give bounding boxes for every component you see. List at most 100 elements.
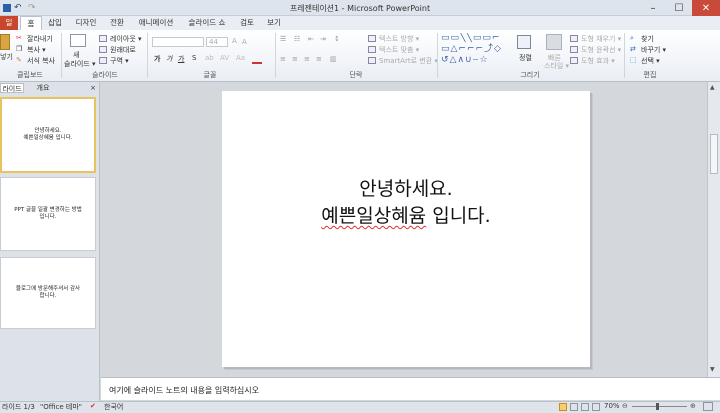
reset-button[interactable]: 원래대로 [110,45,136,55]
slideshow-icon[interactable] [592,403,600,411]
align-left-icon[interactable]: ≡ [280,55,286,63]
numbering-icon[interactable]: ☷ [294,35,300,43]
thumbnail-text: 예쁜일상혜윰 입니다. [23,135,73,141]
text-direction-icon [368,35,376,42]
new-slide-icon[interactable] [70,34,86,47]
zoom-slider-thumb[interactable] [656,403,659,410]
tab-insert[interactable]: 삽입 [44,16,66,30]
format-painter-button[interactable]: 서식 복사 [27,56,55,66]
grow-font-icon[interactable]: A [232,37,237,45]
cut-icon[interactable]: ✂ [16,34,22,42]
underline-button[interactable]: 가 [178,54,184,64]
spellcheck-icon[interactable]: ✔ [90,402,96,410]
cut-button[interactable]: 잘라내기 [27,34,53,44]
copy-icon[interactable]: ❐ [16,45,22,53]
arrange-icon[interactable] [517,35,531,49]
justify-icon[interactable]: ≡ [316,55,322,63]
char-spacing-icon[interactable]: AV [220,54,229,62]
decrease-indent-icon[interactable]: ⇤ [308,35,314,43]
scrollbar-thumb[interactable] [710,134,718,174]
slide-thumbnail[interactable]: PPT 글꼴 일괄 변경하는 방법 입니다. [0,177,96,251]
shape-fill-button[interactable]: 도형 채우기 ▾ [581,34,621,44]
scroll-down-icon[interactable]: ▼ [710,366,715,373]
align-right-icon[interactable]: ≡ [304,55,310,63]
find-button[interactable]: 찾기 [641,34,654,44]
reading-view-icon[interactable] [581,403,589,411]
tab-animations[interactable]: 애니메이션 [136,16,176,30]
align-center-icon[interactable]: ≡ [292,55,298,63]
slide-thumbnail[interactable]: 블로그에 방문해주셔서 감사 합니다. [0,257,96,329]
layout-button[interactable]: 레이아웃 ▾ [110,34,142,44]
scroll-up-icon[interactable]: ▲ [710,84,715,91]
format-painter-icon[interactable]: ✎ [16,56,22,64]
bullets-icon[interactable]: ☰ [280,35,286,43]
vertical-scrollbar[interactable]: ▲ ▼ [707,82,720,377]
arrange-button[interactable]: 정렬 [519,53,532,63]
bold-button[interactable]: 가 [154,54,160,64]
zoom-slider[interactable] [632,406,687,407]
strikethrough-button[interactable]: S [192,54,196,62]
fit-to-window-icon[interactable] [703,402,713,411]
font-color-icon[interactable] [252,62,262,64]
smartart-button[interactable]: SmartArt로 변환 ▾ [379,56,438,66]
tab-home[interactable]: 홈 [20,16,42,31]
notes-placeholder: 여기에 슬라이드 노트의 내용을 입력하십시오 [109,386,260,395]
tab-transitions[interactable]: 전환 [106,16,128,30]
close-button[interactable]: ✕ [692,0,720,16]
ribbon-divider [437,33,438,78]
align-text-icon [368,46,376,53]
zoom-out-icon[interactable]: ⊖ [622,402,628,410]
shapes-gallery[interactable]: ▭▭╲╲▭▭⌐ ▭△⌐⌐⌐⤴◇ ↺△∧∪⌣☆ [441,33,507,67]
drawing-group-label: 그리기 [520,71,540,79]
quick-styles-icon[interactable] [546,34,562,50]
paste-button[interactable]: 넣기 [0,52,13,62]
theme-name: "Office 테마" [40,403,82,411]
slide-thumbnail[interactable]: 안녕하세요. 예쁜일상혜윰 입니다. [0,97,96,173]
tab-review[interactable]: 검토 [236,16,258,30]
notes-pane[interactable]: 여기에 슬라이드 노트의 내용을 입력하십시오 [101,377,720,400]
minimize-button[interactable]: – [640,0,666,16]
ribbon-divider [147,33,148,78]
paste-icon[interactable] [0,34,10,50]
shrink-font-icon[interactable]: A [242,38,247,46]
reset-icon [99,46,107,53]
maximize-button[interactable]: ☐ [666,0,692,16]
slide-canvas[interactable]: 안녕하세요. 예쁜일상혜윰 입니다. [222,91,590,367]
new-slide-button-label[interactable]: 슬라이드 ▾ [64,59,96,69]
panel-close-button[interactable]: × [88,83,98,93]
line-spacing-icon[interactable]: ↕ [334,35,340,43]
replace-button[interactable]: 바꾸기 ▾ [641,45,666,55]
copy-button[interactable]: 복사 ▾ [27,45,46,55]
thumbnail-text: 입니다. [39,214,57,220]
slide-body-line: 예쁜일상혜윰 입니다. [222,203,590,230]
slide-text-box[interactable]: 안녕하세요. 예쁜일상혜윰 입니다. [222,176,590,230]
text-shadow-icon[interactable]: ab [205,54,214,62]
language[interactable]: 한국어 [104,402,123,412]
italic-button[interactable]: 가 [166,54,172,64]
tab-file[interactable]: 일 [0,16,18,30]
tab-design[interactable]: 디자인 [72,16,100,30]
tab-slideshow[interactable]: 슬라이드 쇼 [184,16,230,30]
normal-view-icon[interactable] [559,403,567,411]
zoom-level[interactable]: 70% [604,402,620,410]
shape-effects-icon [570,57,578,64]
increase-indent-icon[interactable]: ⇥ [320,35,326,43]
align-text-button[interactable]: 텍스트 맞춤 ▾ [379,45,419,55]
font-name-field[interactable] [152,37,204,47]
shape-outline-button[interactable]: 도형 윤곽선 ▾ [581,45,621,55]
slide-title-line: 안녕하세요. [359,178,453,200]
tab-view[interactable]: 보기 [264,16,284,30]
replace-icon: ⇄ [630,45,636,53]
section-button[interactable]: 구역 ▾ [110,56,129,66]
text-direction-button[interactable]: 텍스트 방향 ▾ [379,34,419,44]
tab-slides[interactable]: 라이드 [0,83,24,93]
change-case-icon[interactable]: Aa [236,54,245,62]
zoom-in-icon[interactable]: ⊕ [690,402,696,410]
tab-outline[interactable]: 개요 [30,83,56,93]
select-button[interactable]: 선택 ▾ [641,56,660,66]
font-size-field[interactable]: 44 [206,37,228,47]
smartart-icon [368,57,376,64]
columns-icon[interactable]: ▥ [330,55,337,63]
slide-sorter-icon[interactable] [570,403,578,411]
shape-effects-button[interactable]: 도형 효과 ▾ [581,56,615,66]
